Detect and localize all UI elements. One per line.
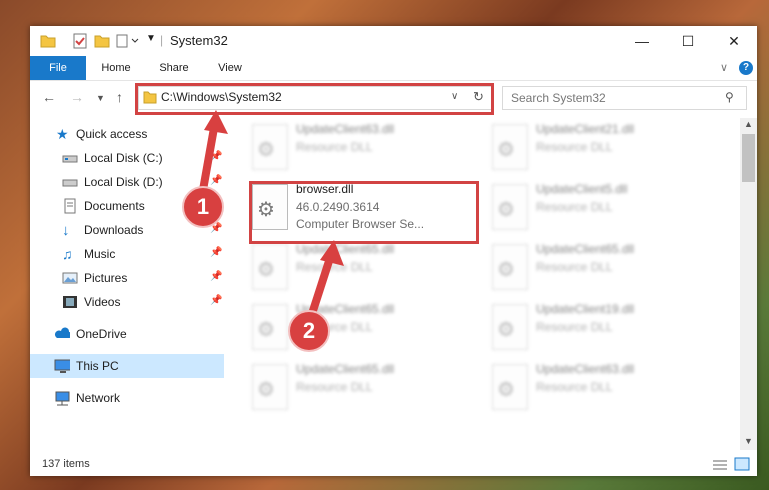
annotation-arrows — [199, 110, 344, 322]
arrow-1-shaft — [199, 127, 218, 191]
step-badge-1: 1 — [182, 186, 224, 228]
arrow-2-head — [320, 240, 344, 266]
step-badge-2: 2 — [288, 310, 330, 352]
arrow-1-head — [204, 110, 228, 134]
